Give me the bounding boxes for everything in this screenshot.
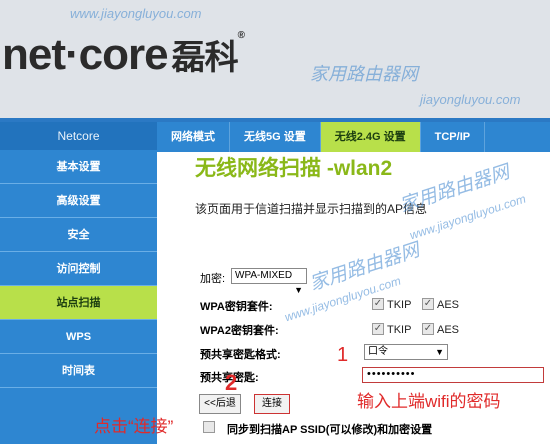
wpa2-aes-label: AES bbox=[437, 324, 460, 336]
connect-button[interactable]: 连接 bbox=[254, 394, 290, 414]
back-button[interactable]: <<后退 bbox=[199, 394, 241, 414]
tab-bar: 网络模式 无线5G 设置 无线2.4G 设置 TCP/IP bbox=[157, 122, 550, 152]
wpa-tkip-label: TKIP bbox=[387, 299, 412, 311]
encryption-value: WPA-MIXED bbox=[235, 270, 293, 281]
psk-format-label: 预共享密匙格式: bbox=[200, 349, 281, 361]
annotation-step-2: 2 bbox=[225, 370, 238, 395]
netcore-logo: net·core 磊科® bbox=[2, 30, 245, 80]
sidebar-item-basic[interactable]: 基本设置 bbox=[0, 150, 157, 184]
sidebar-item-site-scan[interactable]: 站点扫描 bbox=[0, 286, 157, 320]
psk-input[interactable]: •••••••••• bbox=[362, 367, 544, 383]
wpa2-tkip-checkbox[interactable]: ✓ bbox=[372, 323, 384, 335]
logo-text: net·core bbox=[2, 30, 169, 79]
sidebar-item-access-control[interactable]: 访问控制 bbox=[0, 252, 157, 286]
sidebar: Netcore 基本设置 高级设置 安全 访问控制 站点扫描 WPS 时间表 bbox=[0, 122, 157, 444]
psk-format-select[interactable]: 口令 ▼ bbox=[364, 344, 448, 360]
encryption-label: 加密: bbox=[200, 273, 226, 285]
header-banner: www.jiayongluyou.com 家用路由器网 jiayongluyou… bbox=[0, 0, 550, 118]
watermark: 家用路由器网 bbox=[310, 64, 418, 84]
wpa-suite-label: WPA密钥套件: bbox=[200, 301, 273, 313]
logo-cn: 磊科 bbox=[171, 39, 239, 77]
wpa2-aes-checkbox[interactable]: ✓ bbox=[422, 323, 434, 335]
watermark: www.jiayongluyou.com bbox=[70, 6, 202, 21]
wpa2-tkip-label: TKIP bbox=[387, 324, 412, 336]
watermark: jiayongluyou.com bbox=[420, 92, 521, 107]
sidebar-item-schedule[interactable]: 时间表 bbox=[0, 354, 157, 388]
annotation-password-hint: 输入上端wifi的密码 bbox=[357, 392, 501, 411]
sidebar-title: Netcore bbox=[0, 122, 157, 150]
chevron-down-icon: ▼ bbox=[294, 285, 303, 295]
sync-ssid-label: 同步到扫描AP SSID(可以修改)和加密设置 bbox=[227, 424, 433, 436]
sync-ssid-checkbox[interactable] bbox=[203, 421, 215, 433]
page-description: 该页面用于信道扫描并显示扫描到的AP信息 bbox=[195, 202, 428, 216]
tab-wireless-5g[interactable]: 无线5G 设置 bbox=[230, 122, 321, 152]
tab-network-mode[interactable]: 网络模式 bbox=[157, 122, 230, 152]
annotation-step-1: 1 bbox=[337, 344, 349, 366]
page-title: 无线网络扫描 -wlan2 bbox=[195, 157, 393, 180]
sidebar-item-wps[interactable]: WPS bbox=[0, 320, 157, 354]
sidebar-item-advanced[interactable]: 高级设置 bbox=[0, 184, 157, 218]
annotation-click-hint: 点击“连接” bbox=[94, 417, 174, 436]
tab-wireless-24g[interactable]: 无线2.4G 设置 bbox=[320, 122, 421, 152]
encryption-select[interactable]: WPA-MIXED ▼ bbox=[231, 268, 307, 295]
wpa-aes-label: AES bbox=[437, 299, 460, 311]
watermark: 家用路由器网 bbox=[307, 239, 423, 296]
wpa2-suite-label: WPA2密钥套件: bbox=[200, 325, 279, 337]
psk-format-value: 口令 bbox=[368, 346, 388, 357]
sidebar-item-security[interactable]: 安全 bbox=[0, 218, 157, 252]
chevron-down-icon: ▼ bbox=[435, 347, 444, 357]
logo-reg: ® bbox=[237, 30, 245, 41]
tab-tcpip[interactable]: TCP/IP bbox=[421, 122, 486, 152]
wpa-aes-checkbox[interactable]: ✓ bbox=[422, 298, 434, 310]
wpa-tkip-checkbox[interactable]: ✓ bbox=[372, 298, 384, 310]
